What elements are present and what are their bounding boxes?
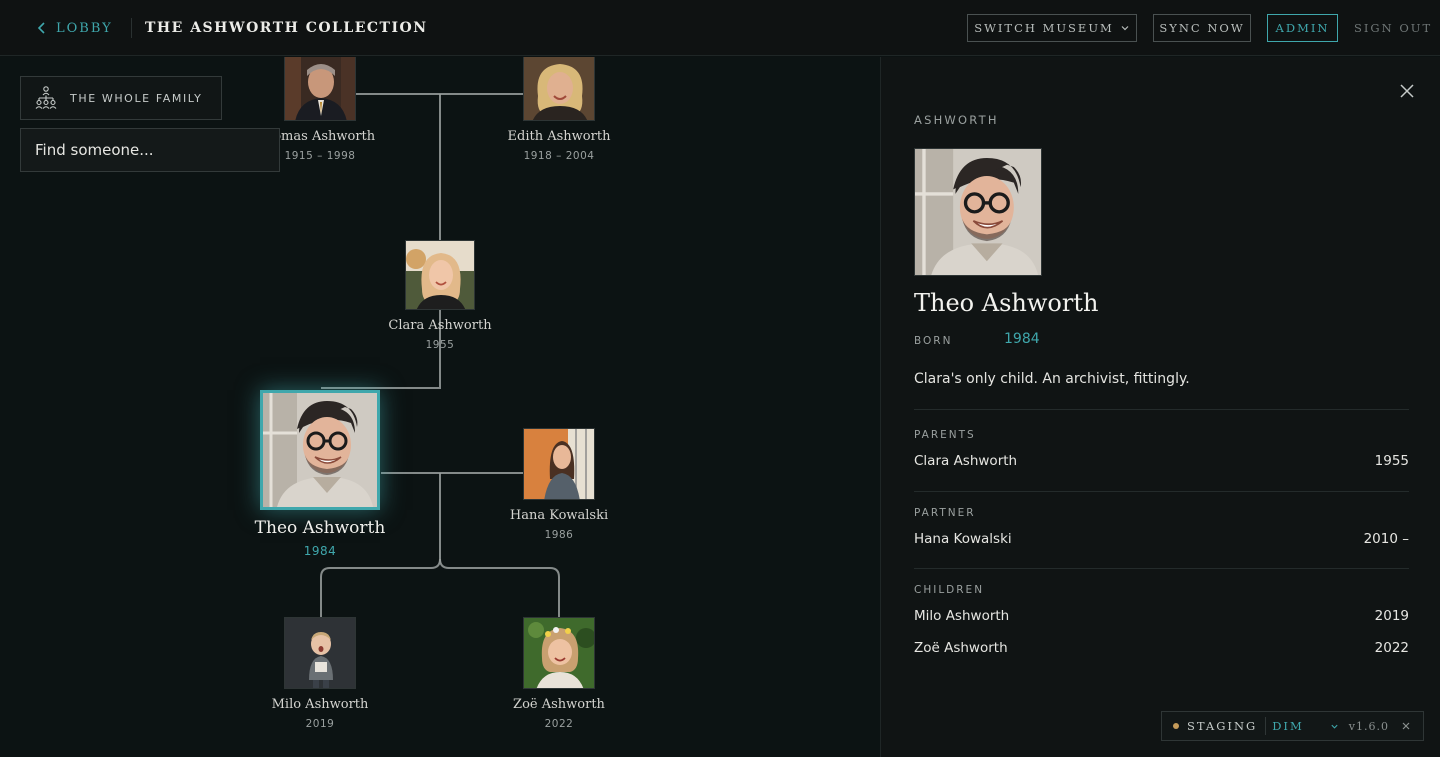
tree-node-clara[interactable]: Clara Ashworth 1955 [350,240,530,351]
person-bio: Clara's only child. An archivist, fittin… [914,371,1190,387]
person-name: Theo Ashworth [254,518,386,538]
person-name: Milo Ashworth [271,697,369,712]
person-detail-panel: ASHWORTH Theo Ashworth BORN 1984 Clara's… [880,57,1440,757]
switch-museum-button[interactable]: SWITCH MUSEUM [967,14,1137,42]
search-input[interactable] [20,128,280,172]
tree-node-milo[interactable]: Milo Ashworth 2019 [230,617,410,730]
relation-name: Clara Ashworth [914,453,1018,469]
divider [914,409,1409,410]
top-bar: LOBBY THE ASHWORTH COLLECTION SWITCH MUS… [0,0,1440,56]
relation-row-child[interactable]: Milo Ashworth 2019 [914,608,1409,624]
chevron-down-icon [1121,26,1129,31]
chevron-down-icon [1331,724,1338,729]
chevron-left-icon [37,22,45,34]
avatar [523,57,595,121]
relation-year: 1955 [1374,453,1409,469]
relation-year: 2010 – [1363,531,1409,547]
admin-button[interactable]: ADMIN [1267,14,1338,42]
relation-row-parent[interactable]: Clara Ashworth 1955 [914,453,1409,469]
divider [914,568,1409,569]
avatar [523,428,595,500]
relation-name: Milo Ashworth [914,608,1010,624]
relation-row-child[interactable]: Zoë Ashworth 2022 [914,640,1409,656]
divider [914,491,1409,492]
badge-divider [1265,717,1267,735]
born-value: 1984 [1004,331,1040,347]
lobby-back-link[interactable]: LOBBY [34,18,113,38]
relation-name: Zoë Ashworth [914,640,1008,656]
tree-node-zoe[interactable]: Zoë Ashworth 2022 [469,617,649,730]
avatar [284,57,356,121]
relation-row-partner[interactable]: Hana Kowalski 2010 – [914,531,1409,547]
person-name: Hana Kowalski [509,508,609,523]
person-name: Clara Ashworth [388,318,492,333]
children-heading: CHILDREN [914,584,985,596]
person-years: 2022 [544,718,574,730]
switch-museum-label: SWITCH MUSEUM [974,21,1114,35]
environment-badge: STAGING DIM v1.6.0 [1161,711,1424,741]
person-name: Edith Ashworth [507,129,611,144]
whole-family-label: THE WHOLE FAMILY [70,91,203,105]
avatar [523,617,595,689]
person-years: 1986 [544,529,574,541]
born-label: BORN [914,335,953,347]
relation-name: Hana Kowalski [914,531,1012,547]
tree-node-hana[interactable]: Hana Kowalski 1986 [469,428,649,541]
sync-now-button[interactable]: SYNC NOW [1153,14,1251,42]
avatar [284,617,356,689]
display-mode-value: DIM [1272,719,1304,733]
avatar [260,390,380,510]
header-divider [131,18,132,38]
person-name: Zoë Ashworth [513,697,605,712]
person-years: 2019 [305,718,335,730]
staging-status-dot [1173,723,1179,729]
family-tree-icon [35,86,57,109]
person-portrait [914,148,1042,276]
page-title: THE ASHWORTH COLLECTION [145,20,428,36]
person-years: 1955 [425,339,455,351]
relation-year: 2019 [1374,608,1409,624]
tree-node-edith[interactable]: Edith Ashworth 1918 – 2004 [469,57,649,162]
person-years: 1918 – 2004 [523,150,595,162]
tree-node-theo-selected[interactable]: Theo Ashworth 1984 [230,390,410,558]
whole-family-button[interactable]: THE WHOLE FAMILY [20,76,222,120]
version-label: v1.6.0 [1348,719,1389,733]
close-icon[interactable] [1401,721,1411,731]
relation-year: 2022 [1374,640,1409,656]
partner-heading: PARTNER [914,507,976,519]
close-icon[interactable] [1396,80,1418,102]
parents-heading: PARENTS [914,429,976,441]
environment-label: STAGING [1187,719,1258,733]
person-name-heading: Theo Ashworth [914,289,1099,317]
display-mode-select[interactable]: DIM [1272,719,1339,733]
lobby-label: LOBBY [56,20,113,36]
sign-out-link[interactable]: SIGN OUT [1354,20,1432,36]
family-name-label: ASHWORTH [914,113,999,127]
person-years: 1984 [303,544,337,558]
avatar [405,240,475,310]
